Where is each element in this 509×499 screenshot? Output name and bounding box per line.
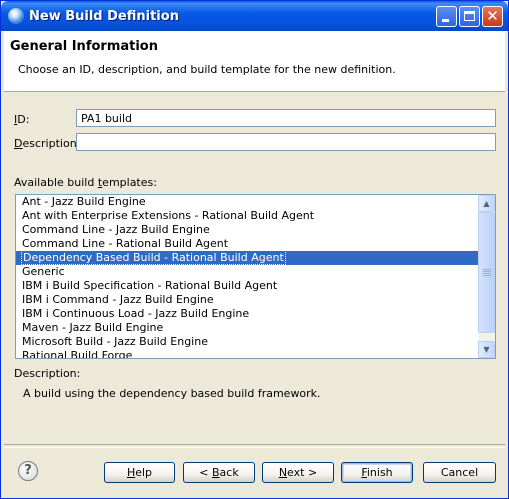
list-item[interactable]: Maven - Jazz Build Engine [16, 321, 478, 335]
page-description: Choose an ID, description, and build tem… [18, 63, 396, 76]
window-title: New Build Definition [29, 9, 179, 24]
list-item[interactable]: IBM i Continuous Load - Jazz Build Engin… [16, 307, 478, 321]
id-label: ID: [14, 113, 29, 126]
finish-button[interactable]: Finish [341, 462, 413, 483]
list-item[interactable]: IBM i Build Specification - Rational Bui… [16, 279, 478, 293]
scroll-thumb[interactable] [478, 212, 495, 333]
list-item[interactable]: Command Line - Rational Build Agent [16, 237, 478, 251]
vertical-scrollbar[interactable]: ▲ ▼ [478, 195, 495, 358]
close-button[interactable]: ✕ [482, 6, 503, 27]
templates-listbox[interactable]: Ant - Jazz Build Engine Ant with Enterpr… [15, 194, 496, 359]
minimize-button[interactable] [436, 6, 457, 27]
help-button-rest: elp [135, 466, 153, 479]
title-bar[interactable]: New Build Definition ✕ [1, 1, 508, 31]
description-field[interactable] [76, 133, 496, 151]
grip-line [483, 271, 491, 272]
template-description-text: A build using the dependency based build… [23, 387, 321, 400]
header-panel: General Information Choose an ID, descri… [4, 31, 505, 92]
scroll-down-button[interactable]: ▼ [478, 341, 495, 358]
template-description-label: Description: [14, 367, 81, 380]
list-item[interactable]: Generic [16, 265, 478, 279]
chevron-down-icon: ▼ [483, 345, 490, 354]
list-item[interactable]: Rational Build Forge [16, 349, 478, 358]
templates-label: Available build templates: [14, 176, 157, 189]
grip-line [483, 269, 491, 270]
description-label: Description: [14, 137, 80, 150]
id-label-rest: D: [17, 113, 30, 126]
help-button-mnemonic: H [126, 466, 136, 479]
close-icon: ✕ [486, 7, 499, 25]
scroll-up-button[interactable]: ▲ [478, 195, 495, 212]
help-button[interactable]: Help [104, 462, 175, 483]
list-item[interactable]: Ant - Jazz Build Engine [16, 195, 478, 209]
list-item[interactable]: Ant with Enterprise Extensions - Rationa… [16, 209, 478, 223]
templates-list: Ant - Jazz Build Engine Ant with Enterpr… [16, 195, 478, 358]
description-label-rest: escription: [22, 137, 81, 150]
cancel-button[interactable]: Cancel [423, 462, 496, 483]
list-item[interactable]: Command Line - Jazz Build Engine [16, 223, 478, 237]
maximize-button[interactable] [459, 6, 480, 27]
list-item[interactable]: IBM i Command - Jazz Build Engine [16, 293, 478, 307]
dialog-window: New Build Definition ✕ General Informati… [0, 0, 509, 499]
id-field[interactable] [76, 109, 496, 127]
eclipse-globe-icon [8, 8, 24, 24]
grip-line [483, 275, 491, 276]
chevron-up-icon: ▲ [483, 199, 490, 208]
maximize-icon [464, 11, 475, 21]
selected-item-label: Dependency Based Build - Rational Build … [21, 250, 286, 265]
page-title: General Information [10, 39, 158, 54]
back-button[interactable]: < Back [183, 462, 255, 483]
footer-divider [4, 444, 505, 448]
list-item-selected[interactable]: Dependency Based Build - Rational Build … [16, 250, 478, 265]
grip-line [483, 273, 491, 274]
next-button[interactable]: Next > [262, 462, 334, 483]
list-item[interactable]: Microsoft Build - Jazz Build Engine [16, 335, 478, 349]
question-mark-icon[interactable]: ? [18, 461, 38, 481]
minimize-icon [442, 19, 449, 22]
